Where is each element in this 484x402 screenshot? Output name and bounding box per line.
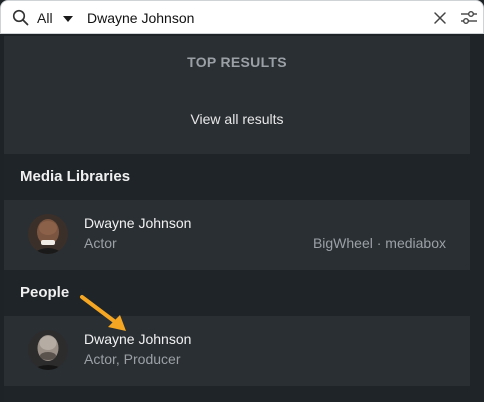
result-name: Dwayne Johnson <box>84 215 192 231</box>
avatar <box>28 214 68 254</box>
top-results-heading: TOP RESULTS <box>187 54 287 70</box>
scrollbar[interactable] <box>470 36 484 402</box>
chevron-down-icon <box>62 15 73 22</box>
avatar <box>28 330 68 370</box>
search-bar: All <box>0 0 484 34</box>
filter-sliders-icon[interactable] <box>460 10 478 26</box>
panel-footer-divider <box>4 386 470 402</box>
section-header-people: People <box>4 270 470 316</box>
result-source: BigWheel · mediabox <box>312 235 446 251</box>
result-row-media-library[interactable]: Dwayne Johnson Actor BigWheel · mediabox <box>4 200 470 268</box>
search-scope-dropdown[interactable]: All <box>37 10 73 26</box>
close-icon[interactable] <box>433 11 447 25</box>
search-icon <box>12 9 29 26</box>
result-role: Actor <box>84 235 117 251</box>
section-header-media-libraries: Media Libraries <box>4 154 470 200</box>
search-results-panel: TOP RESULTS View all results Media Libra… <box>4 36 470 402</box>
search-scope-label: All <box>37 10 53 26</box>
search-input[interactable] <box>87 9 417 27</box>
pointer-arrow-icon <box>80 295 126 331</box>
result-role: Actor, Producer <box>84 351 181 367</box>
view-all-results-link[interactable]: View all results <box>4 111 470 127</box>
result-row-person[interactable]: Dwayne Johnson Actor, Producer <box>4 316 470 384</box>
